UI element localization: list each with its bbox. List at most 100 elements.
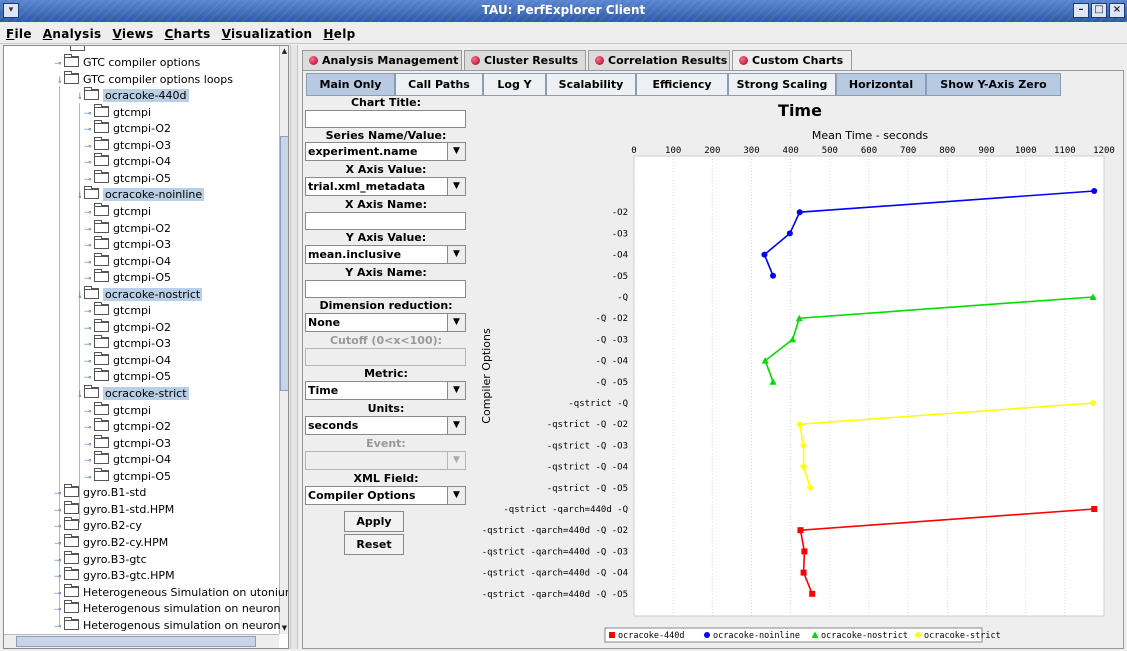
minimize-icon[interactable]: –	[1073, 3, 1089, 18]
scroll-up-icon[interactable]: ▲	[280, 46, 288, 56]
menu-analysis[interactable]: Analysis	[37, 22, 107, 41]
split-pane-divider[interactable]	[290, 45, 298, 649]
tree-handle-icon[interactable]: ⊸	[54, 602, 64, 618]
menu-charts[interactable]: Charts	[159, 22, 216, 41]
tree-node[interactable]: ⊸ Heterogeneous Simulation on utonium	[54, 583, 288, 602]
toggle-show-y-axis-zero[interactable]: Show Y-Axis Zero	[926, 73, 1061, 96]
tree-node[interactable]: ⊸ Heterogenous simulation on neuron	[54, 600, 281, 618]
tree-node[interactable]: ⊸ gyro.B1-std.HPM	[54, 500, 174, 519]
menu-help[interactable]: Help	[317, 22, 360, 41]
tree-handle-icon[interactable]: ⊸	[84, 453, 94, 469]
series-select[interactable]: experiment.name ▼	[305, 142, 466, 161]
tree-handle-icon[interactable]: ⊸	[54, 503, 64, 519]
toggle-log-y[interactable]: Log Y	[483, 73, 546, 96]
close-icon[interactable]: ×	[1109, 3, 1125, 18]
tree-node[interactable]: ⊸ GTC compiler options	[54, 54, 200, 72]
tree-node[interactable]: ⊸ gtcmpi-O5	[84, 467, 171, 486]
tree-handle-icon[interactable]: ⊸	[54, 56, 64, 72]
chevron-down-icon[interactable]: ▼	[447, 314, 465, 331]
tree-node[interactable]: ⊸ gtcmpi-O2	[84, 120, 171, 138]
tree-node[interactable]: ⊸ gtcmpi-O4	[84, 351, 171, 370]
tree-node[interactable]: ⊸ gtcmpi-O3	[84, 136, 171, 155]
tree-handle-icon[interactable]: ⊸	[84, 122, 94, 138]
chevron-down-icon[interactable]: ▼	[447, 246, 465, 263]
tree-node[interactable]: ⊸ gtcmpi-O5	[84, 169, 171, 187]
tree-handle-icon[interactable]: ⊸	[84, 222, 94, 238]
tree-node[interactable]: ⊸ gtcmpi-O2	[84, 219, 171, 238]
tab-custom-charts[interactable]: Custom Charts	[732, 50, 852, 70]
tree-node[interactable]: ⊸ gtcmpi	[84, 202, 151, 221]
scroll-down-icon[interactable]: ▼	[280, 623, 288, 633]
tree-node[interactable]: ⊸ gtcmpi-O4	[84, 451, 171, 469]
tree-node[interactable]: ⊸ ocracoke-440d	[74, 87, 189, 104]
tab-analysis-management[interactable]: Analysis Management	[302, 50, 462, 70]
xml-field-select[interactable]: Compiler Options ▼	[305, 486, 466, 505]
toggle-main-only[interactable]: Main Only	[306, 73, 395, 96]
tree-node[interactable]: ⊸ GTC compiler options loops	[54, 70, 233, 88]
tree-handle-icon[interactable]: ⊸	[84, 420, 94, 436]
tree-handle-icon[interactable]: ⊸	[84, 139, 94, 155]
toggle-call-paths[interactable]: Call Paths	[395, 73, 483, 96]
tab-cluster-results[interactable]: Cluster Results	[464, 50, 586, 70]
chevron-down-icon[interactable]: ▼	[447, 487, 465, 504]
tree-handle-icon[interactable]: ⊸	[84, 337, 94, 353]
chevron-down-icon[interactable]: ▼	[447, 143, 465, 160]
tree-vertical-scrollbar[interactable]: ▲ ▼	[279, 46, 288, 634]
tree-node[interactable]: ⊸ gyro.B3-gtc.HPM	[54, 567, 175, 585]
tree-node[interactable]: ⊸ gyro.B2-cy.HPM	[54, 533, 168, 551]
tree-handle-icon[interactable]: ⊸	[84, 354, 94, 370]
tree-node[interactable]: ⊸ gtcmpi-O4	[84, 252, 171, 271]
tree-node[interactable]: ⊸ ocracoke-nostrict	[74, 285, 203, 303]
toggle-strong-scaling[interactable]: Strong Scaling	[728, 73, 836, 96]
units-select[interactable]: seconds ▼	[305, 416, 466, 435]
tree-handle-icon[interactable]: ⊸	[84, 205, 94, 221]
reset-button[interactable]: Reset	[344, 534, 404, 555]
tree-node[interactable]: ⊸ gtcmpi-O5	[84, 368, 171, 385]
y-axis-name-input[interactable]	[305, 280, 466, 298]
menu-views[interactable]: Views	[106, 22, 158, 41]
tree-hscroll-thumb[interactable]	[16, 636, 256, 647]
tree-handle-icon[interactable]: ⊸	[54, 619, 64, 635]
tree-node[interactable]: ⊸ gtcmpi-O4	[84, 153, 171, 171]
tree-node[interactable]: ⊸ ocracoke-strict	[74, 385, 189, 402]
tree-handle-icon[interactable]: ⊸	[84, 255, 94, 271]
tree-handle-icon[interactable]: ⊸	[84, 155, 94, 171]
dimension-reduction-select[interactable]: None ▼	[305, 313, 466, 332]
x-axis-name-input[interactable]	[305, 212, 466, 230]
tree-handle-icon[interactable]: ⊸	[84, 437, 94, 453]
tree-handle-icon[interactable]: ⊸	[84, 404, 94, 420]
tree-handle-icon[interactable]: ⊸	[54, 519, 64, 535]
tree-node[interactable]: ⊸ gtcmpi-O2	[84, 318, 171, 336]
menu-visualization[interactable]: Visualization	[216, 22, 318, 41]
tree-handle-icon[interactable]: ⊸	[84, 106, 94, 122]
chevron-down-icon[interactable]: ▼	[447, 178, 465, 195]
tree-handle-icon[interactable]: ⊸	[54, 553, 64, 569]
tree-node[interactable]: ⊸ gtcmpi	[84, 103, 151, 122]
tree-node[interactable]: ⊸ gtcmpi-O5	[84, 269, 171, 286]
chart-title-input[interactable]	[305, 110, 466, 128]
tree-handle-icon[interactable]: ⊸	[84, 238, 94, 254]
apply-button[interactable]: Apply	[344, 511, 404, 532]
tree-node[interactable]: ⊸ gtcmpi-O3	[84, 434, 171, 453]
tree-node[interactable]: ⊸ gtcmpi-O3	[84, 236, 171, 254]
tree-handle-icon[interactable]: ⊸	[54, 486, 64, 502]
tree-node[interactable]: ⊸ gtcmpi-O2	[84, 418, 171, 436]
tree-handle-icon[interactable]: ⊸	[54, 569, 64, 585]
tree-node[interactable]: ⊸ ocracoke-noinline	[74, 186, 205, 203]
menu-file[interactable]: File	[0, 22, 37, 41]
tree-handle-icon[interactable]: ⊸	[54, 586, 64, 602]
tab-correlation-results[interactable]: Correlation Results	[588, 50, 730, 70]
tree-horizontal-scrollbar[interactable]	[4, 634, 279, 648]
metric-select[interactable]: Time ▼	[305, 381, 466, 400]
tree-node[interactable]: ⊸ gyro.B2-cy	[54, 517, 142, 535]
chevron-down-icon[interactable]: ▼	[447, 417, 465, 434]
tree-node[interactable]: ⊸ gtcmpi-O3	[84, 335, 171, 353]
tree-handle-icon[interactable]: ⊸	[84, 470, 94, 486]
tree-handle-icon[interactable]: ⊸	[84, 304, 94, 320]
experiment-tree[interactable]: ▲ ▼ ⊸ GTC compiler options ⊸ GTC compiler o…	[3, 45, 289, 649]
toggle-scalability[interactable]: Scalability	[546, 73, 636, 96]
toggle-efficiency[interactable]: Efficiency	[636, 73, 728, 96]
x-axis-value-select[interactable]: trial.xml_metadata ▼	[305, 177, 466, 196]
tree-node[interactable]: ⊸ Heterogenous simulation on neuron	[54, 616, 281, 635]
y-axis-value-select[interactable]: mean.inclusive ▼	[305, 245, 466, 264]
